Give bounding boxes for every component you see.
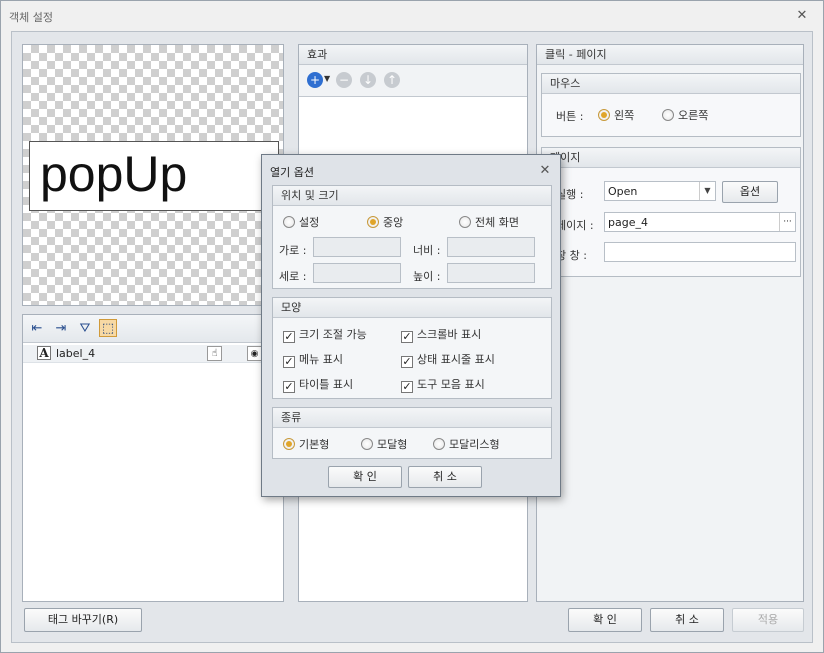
radio-indicator[interactable]	[367, 216, 379, 228]
remove-effect-icon: −	[336, 72, 352, 88]
change-tag-button[interactable]: 태그 바꾸기(R)	[24, 608, 142, 632]
position-size-group: 위치 및 크기 설정 중앙 전체 화면 가로 : 너비 : 세로 : 높이 :	[272, 185, 552, 289]
page-group-header: 페이지	[542, 148, 800, 168]
checkbox-box[interactable]: ✓	[283, 356, 295, 368]
filter-icon[interactable]: ⛛	[76, 320, 94, 338]
x-label: 가로 :	[279, 244, 307, 257]
mouse-button-label: 버튼 :	[556, 110, 584, 123]
chevron-down-icon[interactable]: ▼	[324, 74, 330, 83]
indent-left-icon[interactable]: ⇤	[28, 320, 46, 338]
layer-item-label: label_4	[56, 347, 96, 360]
kind-header: 종류	[273, 408, 551, 428]
text-object-icon: A	[37, 346, 51, 360]
layers-panel: ⇤ ⇥ ⛛ ⬚ A label_4 ☝ ◉	[22, 314, 284, 602]
radio-indicator[interactable]	[662, 109, 674, 121]
preview-popup-object[interactable]: popUp	[29, 141, 279, 211]
action-panel: 클릭 - 페이지 마우스 버튼 : 왼쪽 오른쪽 페이지 실행 : Open ▼…	[536, 44, 804, 602]
indent-right-icon[interactable]: ⇥	[52, 320, 70, 338]
height-input[interactable]	[447, 263, 535, 283]
radio-indicator[interactable]	[598, 109, 610, 121]
checkbox-box[interactable]: ✓	[401, 331, 413, 343]
checkbox-box[interactable]: ✓	[401, 381, 413, 393]
browse-button[interactable]: ···	[779, 213, 795, 231]
x-input[interactable]	[313, 237, 401, 257]
toolbar-checkbox[interactable]: ✓ 도구 모음 표시	[401, 376, 485, 393]
radio-fullscreen[interactable]: 전체 화면	[459, 214, 519, 230]
radio-indicator[interactable]	[459, 216, 471, 228]
action-header: 클릭 - 페이지	[537, 45, 803, 65]
mouse-group-header: 마우스	[542, 74, 800, 94]
move-down-icon: ↓	[360, 72, 376, 88]
shape-header: 모양	[273, 298, 551, 318]
radio-indicator[interactable]	[433, 438, 445, 450]
object-settings-window: 객체 설정 ✕ popUp ⇤ ⇥ ⛛ ⬚ A label_4 ☝ ◉ 효과 +…	[0, 0, 824, 653]
page-field[interactable]: page_4 ···	[604, 212, 796, 232]
chevron-down-icon[interactable]: ▼	[699, 182, 715, 200]
radio-right-button[interactable]: 오른쪽	[662, 107, 708, 123]
shape-group: 모양 ✓ 크기 조절 가능 ✓ 스크롤바 표시 ✓ 메뉴 표시 ✓ 상태 표시줄 표시 …	[272, 297, 552, 399]
list-item[interactable]: A label_4 ☝ ◉	[23, 345, 283, 363]
radio-center[interactable]: 중앙	[367, 214, 403, 230]
window-field[interactable]	[604, 242, 796, 262]
dialog-ok-button[interactable]: 확 인	[328, 466, 402, 488]
radio-left-button[interactable]: 왼쪽	[598, 107, 634, 123]
checkbox-box[interactable]: ✓	[401, 356, 413, 368]
radio-indicator[interactable]	[283, 438, 295, 450]
close-icon[interactable]: ✕	[795, 9, 809, 23]
hand-cursor-icon[interactable]: ☝	[207, 346, 222, 361]
height-label: 높이 :	[413, 270, 441, 283]
move-up-icon: ↑	[384, 72, 400, 88]
y-input[interactable]	[313, 263, 401, 283]
layers-toolbar: ⇤ ⇥ ⛛ ⬚	[23, 315, 283, 343]
ok-button[interactable]: 확 인	[568, 608, 642, 632]
effects-header: 효과	[299, 45, 527, 65]
page-field-value: page_4	[608, 216, 648, 229]
eye-icon[interactable]: ◉	[247, 346, 262, 361]
titlebar-checkbox[interactable]: ✓ 타이틀 표시	[283, 376, 353, 393]
open-options-dialog: 열기 옵션 ✕ 위치 및 크기 설정 중앙 전체 화면 가로 : 너비 : 세로…	[261, 154, 561, 497]
layer-mode-icon[interactable]: ⬚	[99, 319, 117, 337]
radio-modeless[interactable]: 모달리스형	[433, 436, 500, 452]
close-icon[interactable]: ✕	[538, 164, 552, 178]
width-input[interactable]	[447, 237, 535, 257]
apply-button[interactable]: 적용	[732, 608, 804, 632]
radio-indicator[interactable]	[283, 216, 295, 228]
radio-custom[interactable]: 설정	[283, 214, 319, 230]
y-label: 세로 :	[279, 270, 307, 283]
radio-indicator[interactable]	[361, 438, 373, 450]
checkbox-box[interactable]: ✓	[283, 331, 295, 343]
cancel-button[interactable]: 취 소	[650, 608, 724, 632]
dialog-cancel-button[interactable]: 취 소	[408, 466, 482, 488]
add-effect-icon[interactable]: +	[307, 72, 323, 88]
width-label: 너비 :	[413, 244, 441, 257]
preview-canvas[interactable]: popUp	[22, 44, 284, 306]
radio-basic[interactable]: 기본형	[283, 436, 329, 452]
page-label: 페이지 :	[556, 219, 594, 232]
resizable-checkbox[interactable]: ✓ 크기 조절 가능	[283, 326, 367, 343]
options-button[interactable]: 옵션	[722, 181, 778, 203]
run-select-value: Open	[608, 185, 638, 198]
title-bar: 객체 설정 ✕	[1, 1, 823, 31]
checkbox-box[interactable]: ✓	[283, 381, 295, 393]
radio-modal[interactable]: 모달형	[361, 436, 407, 452]
page-group: 페이지 실행 : Open ▼ 옵션 페이지 : page_4 ··· 창 창 …	[541, 147, 801, 277]
kind-group: 종류 기본형 모달형 모달리스형	[272, 407, 552, 459]
mouse-group: 마우스 버튼 : 왼쪽 오른쪽	[541, 73, 801, 137]
run-select[interactable]: Open ▼	[604, 181, 716, 201]
dialog-title: 열기 옵션	[270, 166, 314, 179]
window-title: 객체 설정	[9, 11, 53, 24]
menu-checkbox[interactable]: ✓ 메뉴 표시	[283, 351, 343, 368]
statusbar-checkbox[interactable]: ✓ 상태 표시줄 표시	[401, 351, 495, 368]
position-size-header: 위치 및 크기	[273, 186, 551, 206]
scrollbar-checkbox[interactable]: ✓ 스크롤바 표시	[401, 326, 481, 343]
